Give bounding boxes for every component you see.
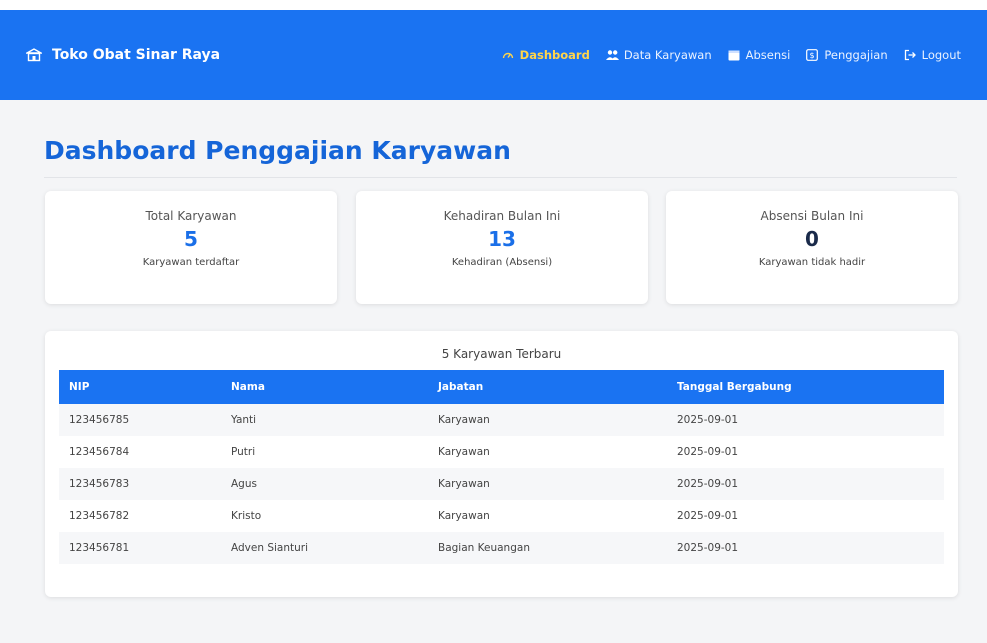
table-row: 123456783 Agus Karyawan 2025-09-01	[59, 468, 944, 500]
cell-jabatan: Karyawan	[438, 446, 490, 458]
cell-nip: 123456781	[69, 542, 130, 554]
cell-nama: Kristo	[231, 510, 262, 522]
stat-subtitle: Karyawan tidak hadir	[758, 257, 866, 268]
users-icon	[605, 49, 619, 61]
stat-title: Absensi Bulan Ini	[760, 209, 864, 223]
cell-nip: 123456783	[69, 478, 130, 490]
cell-tanggal: 2025-09-01	[677, 542, 739, 554]
payroll-icon: $	[806, 49, 819, 61]
stat-subtitle: Kehadiran (Absensi)	[451, 257, 553, 268]
cell-tanggal: 2025-09-01	[677, 510, 739, 522]
nav-dashboard-label: Dashboard	[519, 48, 590, 62]
cell-jabatan: Bagian Keuangan	[438, 542, 530, 554]
title-divider	[44, 177, 957, 178]
nav-penggajian[interactable]: $ Penggajian	[806, 48, 888, 62]
table-row: 123456782 Kristo Karyawan 2025-09-01	[59, 500, 944, 532]
page-top-strip	[0, 0, 987, 10]
cell-nama: Yanti	[231, 414, 257, 426]
column-header-nip: NIP	[69, 381, 90, 393]
column-header-tanggal: Tanggal Bergabung	[677, 381, 792, 393]
nav-absensi-label: Absensi	[745, 48, 791, 62]
cell-tanggal: 2025-09-01	[677, 414, 739, 426]
navbar: Toko Obat Sinar Raya Dashboard Data Kary…	[0, 10, 987, 100]
nav-links: Dashboard Data Karyawan Absensi $ Pengga…	[502, 48, 961, 62]
column-header-nama: Nama	[231, 381, 265, 393]
table-row: 123456785 Yanti Karyawan 2025-09-01	[59, 404, 944, 436]
cell-tanggal: 2025-09-01	[677, 478, 739, 490]
nav-logout[interactable]: Logout	[904, 48, 961, 62]
brand-name: Toko Obat Sinar Raya	[52, 47, 221, 63]
cell-nip: 123456785	[69, 414, 130, 426]
store-icon	[24, 48, 44, 62]
table-row: 123456784 Putri Karyawan 2025-09-01	[59, 436, 944, 468]
cell-jabatan: Karyawan	[438, 478, 490, 490]
nav-data-karyawan-label: Data Karyawan	[623, 48, 712, 62]
cell-nama: Adven Sianturi	[231, 542, 309, 554]
table-caption: 5 Karyawan Terbaru	[441, 347, 562, 361]
cell-nip: 123456782	[69, 510, 130, 522]
table-row: 123456781 Adven Sianturi Bagian Keuangan…	[59, 532, 944, 564]
cell-tanggal: 2025-09-01	[677, 446, 739, 458]
dashboard-icon	[502, 49, 514, 61]
stat-value: 0	[805, 227, 819, 251]
stat-card-total-karyawan: Total Karyawan 5 Karyawan terdaftar	[45, 191, 337, 304]
calendar-icon	[728, 49, 740, 61]
logout-icon	[904, 49, 916, 61]
cell-nama: Agus	[231, 478, 257, 490]
stat-card-kehadiran: Kehadiran Bulan Ini 13 Kehadiran (Absens…	[356, 191, 648, 304]
stat-title: Total Karyawan	[145, 209, 237, 223]
nav-data-karyawan[interactable]: Data Karyawan	[605, 48, 712, 62]
cell-nama: Putri	[231, 446, 256, 458]
stat-subtitle: Karyawan terdaftar	[142, 257, 240, 268]
stat-card-absensi: Absensi Bulan Ini 0 Karyawan tidak hadir	[666, 191, 958, 304]
recent-employees-card: 5 Karyawan Terbaru NIP Nama Jabatan Tang…	[45, 331, 958, 597]
cell-jabatan: Karyawan	[438, 510, 490, 522]
svg-text:$: $	[810, 51, 815, 60]
table-header: NIP Nama Jabatan Tanggal Bergabung	[59, 370, 944, 404]
cell-nip: 123456784	[69, 446, 130, 458]
nav-logout-label: Logout	[921, 48, 961, 62]
brand[interactable]: Toko Obat Sinar Raya	[24, 47, 221, 63]
nav-dashboard[interactable]: Dashboard	[502, 48, 590, 62]
nav-penggajian-label: Penggajian	[824, 48, 888, 62]
stat-title: Kehadiran Bulan Ini	[443, 209, 561, 223]
column-header-jabatan: Jabatan	[438, 381, 484, 393]
stat-value: 13	[488, 227, 516, 251]
page-title: Dashboard Penggajian Karyawan	[44, 136, 511, 165]
nav-absensi[interactable]: Absensi	[728, 48, 791, 62]
cell-jabatan: Karyawan	[438, 414, 490, 426]
stat-value: 5	[184, 227, 198, 251]
